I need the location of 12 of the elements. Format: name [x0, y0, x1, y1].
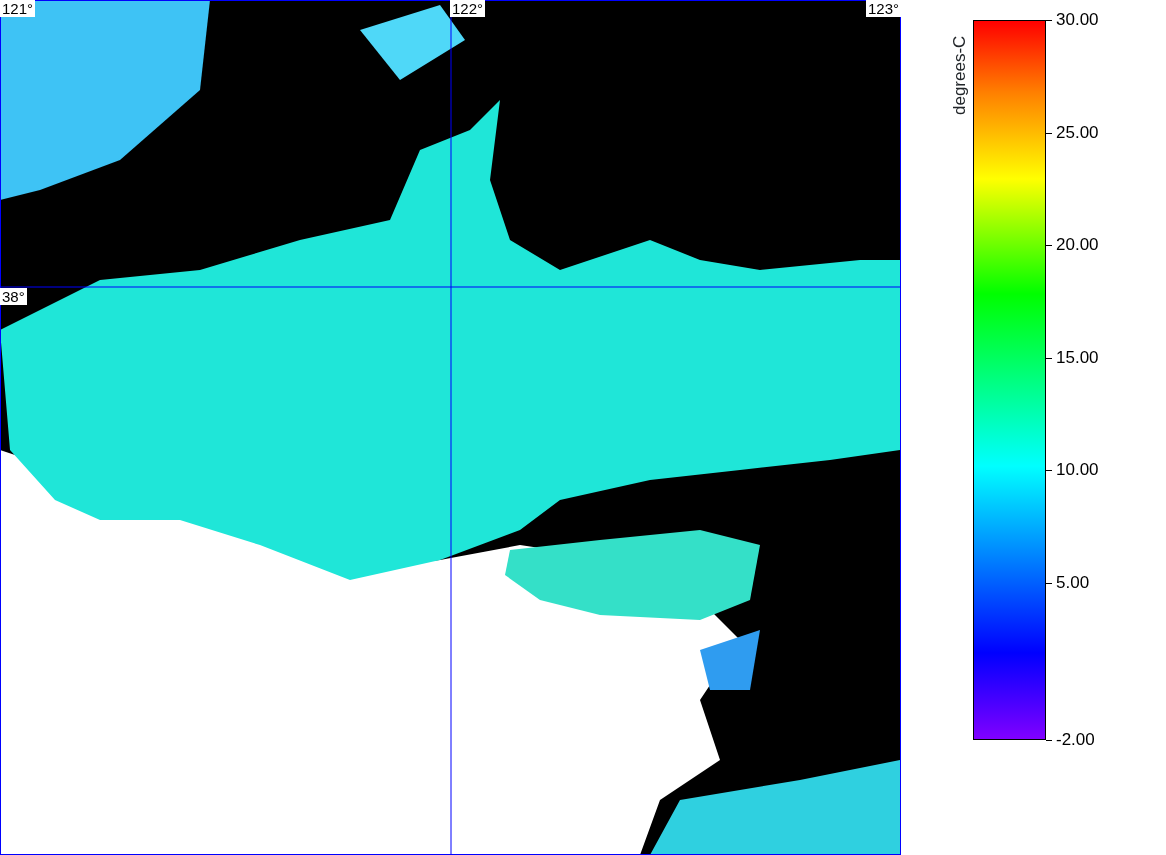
longitude-label: 121°	[0, 0, 36, 17]
colorbar-tick-label: 5.00	[1056, 573, 1090, 592]
longitude-label: 122°	[450, 0, 486, 17]
colorbar-tick-label: 10.00	[1056, 461, 1099, 479]
colorbar-tick-label: -2.00	[1056, 731, 1095, 749]
colorbar-tick-label: 30.00	[1056, 11, 1099, 29]
colorbar-tick-label: 20.00	[1056, 236, 1099, 254]
longitude-label: 123°	[865, 0, 901, 17]
colorbar-tick-label: 25.00	[1056, 123, 1099, 142]
colorbar-title: degrees-C	[949, 35, 970, 115]
colorbar-tick-label: 15.00	[1056, 348, 1099, 367]
latitude-label: 38°	[0, 288, 27, 305]
